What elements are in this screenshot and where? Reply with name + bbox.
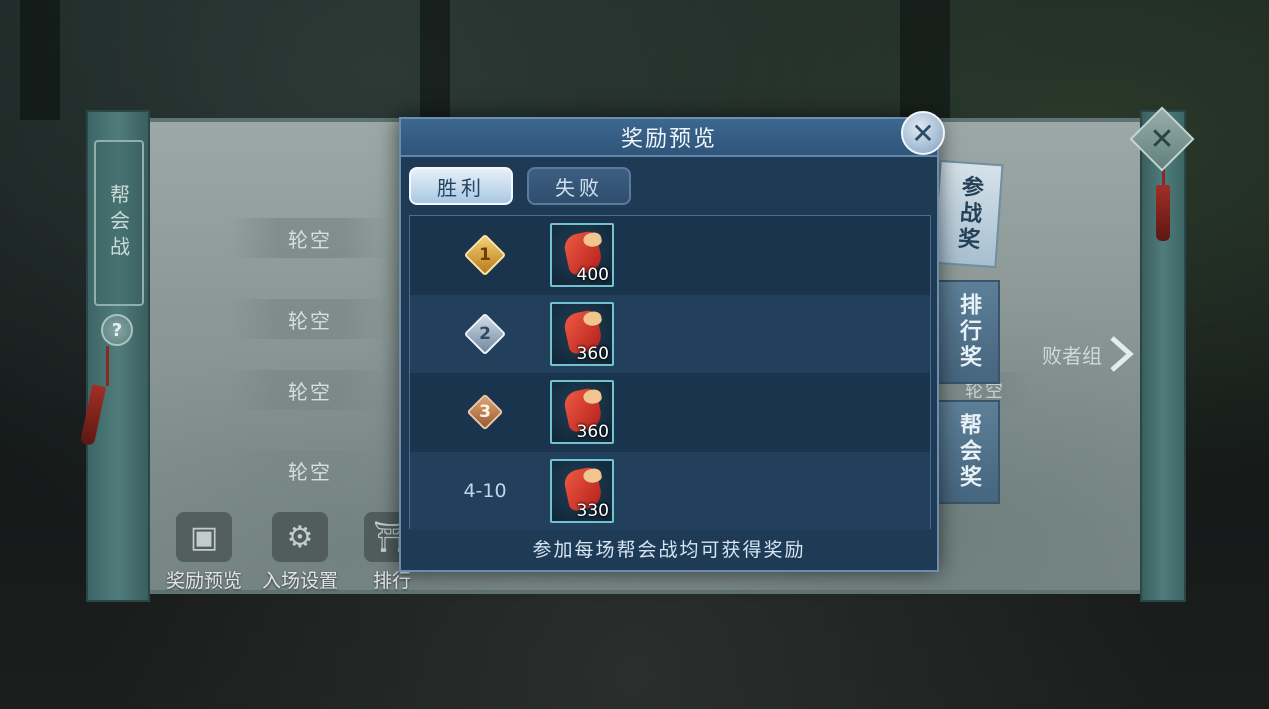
treasure-chest-icon: ▣ — [176, 512, 232, 562]
silver-medal-icon: 2 — [462, 311, 508, 357]
reward-preview-dialog: 奖励预览 ✕ 胜利 失败 1 400 2 360 3 360 4-10 330 … — [399, 111, 945, 572]
tab-participation-reward-label: 参战奖 — [953, 174, 984, 254]
dialog-title: 奖励预览 — [620, 127, 717, 152]
list-item: 2 360 — [410, 294, 930, 373]
rank-cell: 2 — [410, 311, 560, 357]
tab-ranking-reward[interactable]: 排行奖 — [936, 280, 1000, 384]
rank-cell: 1 — [410, 232, 560, 278]
tab-defeat[interactable]: 失败 — [527, 167, 631, 205]
close-icon: ✕ — [911, 116, 935, 150]
dialog-close-button[interactable]: ✕ — [901, 111, 945, 155]
tab-victory[interactable]: 胜利 — [409, 167, 513, 205]
reward-list: 1 400 2 360 3 360 4-10 330 — [409, 215, 931, 530]
background-tree — [420, 0, 450, 120]
reward-item-slot[interactable]: 360 — [550, 380, 614, 445]
result-tabs: 胜利 失败 — [409, 167, 631, 205]
chevron-right-icon[interactable] — [1106, 334, 1138, 374]
loser-bracket-label[interactable]: 败者组 — [1042, 340, 1102, 369]
bracket-slot: 轮空 — [230, 370, 390, 410]
tab-guild-reward[interactable]: 帮会奖 — [936, 400, 1000, 504]
help-button[interactable]: ? — [101, 314, 133, 346]
reward-item-slot[interactable]: 400 — [550, 223, 614, 288]
scroll-title-plate: 帮会战 — [94, 140, 144, 306]
dialog-header: 奖励预览 — [401, 119, 937, 157]
reward-preview-button[interactable]: ▣ 奖励预览 — [156, 512, 252, 593]
rank-cell: 4-10 — [410, 480, 560, 502]
background-tree — [900, 0, 950, 120]
rank-number: 3 — [479, 402, 491, 423]
rank-number: 2 — [479, 323, 491, 344]
tab-guild-reward-label: 帮会奖 — [956, 413, 981, 491]
bracket-slot: 轮空 — [230, 299, 390, 339]
reward-item-slot[interactable]: 330 — [550, 458, 614, 523]
reward-item-slot[interactable]: 360 — [550, 301, 614, 366]
tassel-icon — [1156, 185, 1170, 241]
close-icon: ✕ — [1149, 121, 1175, 157]
item-quantity: 400 — [576, 265, 609, 286]
gear-icon: ⚙ — [272, 512, 328, 562]
item-quantity: 360 — [576, 422, 609, 443]
rank-cell: 3 — [410, 389, 560, 435]
tab-ranking-reward-label: 排行奖 — [956, 293, 981, 371]
scroll-title: 帮会战 — [106, 184, 131, 262]
entry-settings-label: 入场设置 — [261, 570, 338, 592]
list-item: 1 400 — [410, 216, 930, 295]
tab-participation-reward[interactable]: 参战奖 — [932, 159, 1004, 269]
bracket-slot: 轮空 — [230, 218, 390, 258]
reward-preview-label: 奖励预览 — [165, 570, 242, 592]
rank-number: 1 — [479, 245, 491, 266]
bracket-slot: 轮空 — [230, 450, 390, 490]
background-tree — [20, 0, 60, 120]
dialog-footer-note: 参加每场帮会战均可获得奖励 — [532, 538, 806, 561]
tassel-cord — [106, 346, 109, 386]
rank-range: 4-10 — [463, 479, 507, 502]
entry-settings-button[interactable]: ⚙ 入场设置 — [252, 512, 348, 593]
bronze-medal-icon: 3 — [462, 389, 508, 435]
list-item: 4-10 330 — [410, 451, 930, 530]
item-quantity: 330 — [576, 500, 609, 521]
item-quantity: 360 — [576, 343, 609, 364]
list-item: 3 360 — [410, 373, 930, 452]
gold-medal-icon: 1 — [462, 232, 508, 278]
